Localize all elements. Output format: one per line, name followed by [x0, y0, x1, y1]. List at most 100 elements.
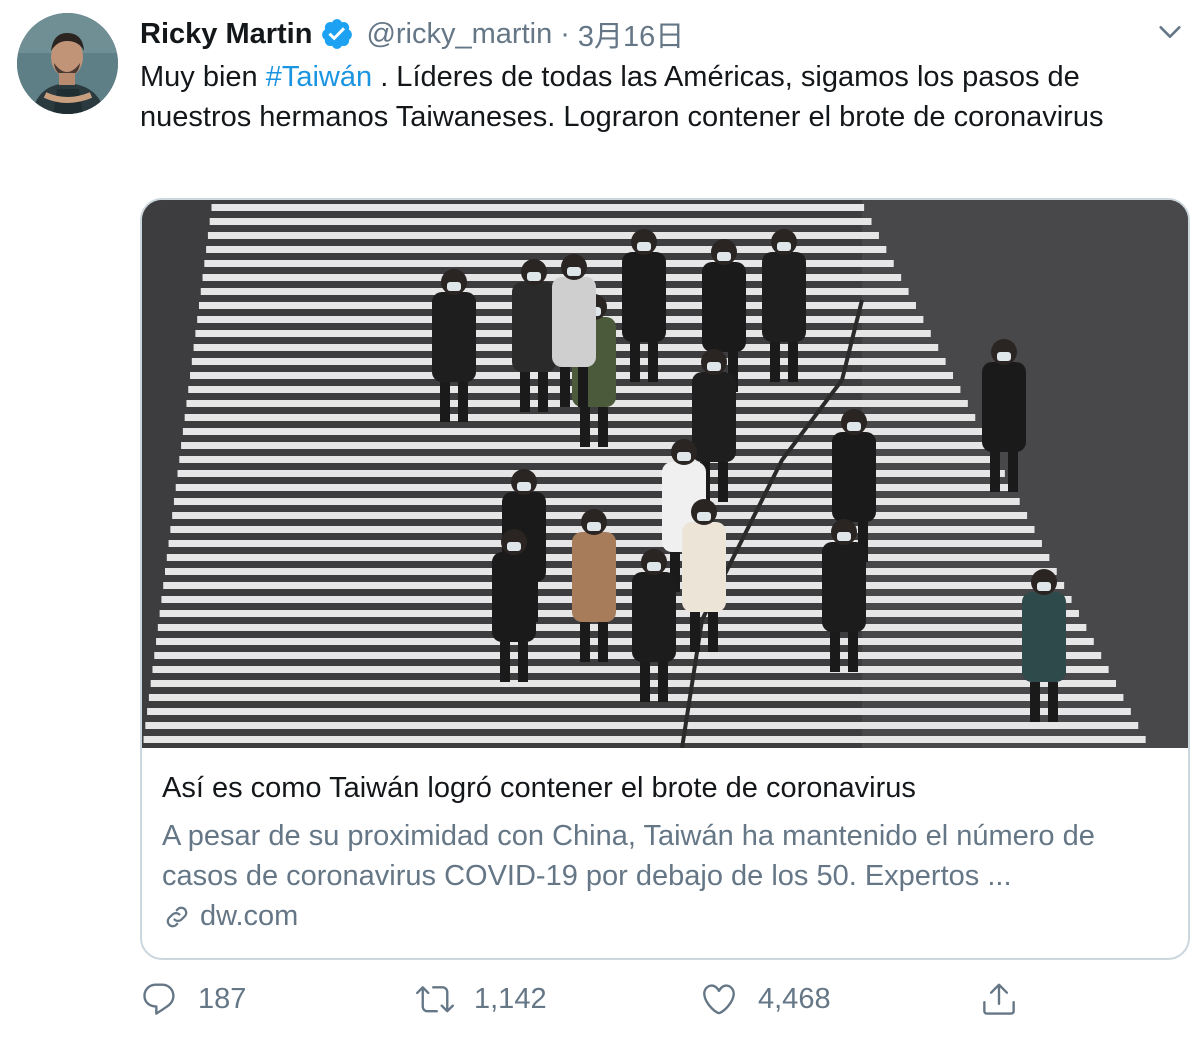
pedestrian-leg — [580, 407, 590, 447]
crosswalk-stripe — [209, 218, 872, 225]
link-icon — [166, 906, 188, 927]
crosswalk-stripe — [148, 694, 1124, 701]
face-mask — [1037, 582, 1051, 591]
tweet-text: Muy bien #Taiwán . Líderes de todas las … — [140, 58, 1180, 137]
pedestrian-leg — [788, 342, 798, 382]
pedestrian-leg — [640, 662, 650, 702]
crosswalk-stripe — [177, 470, 1005, 477]
pedestrian-leg — [630, 342, 640, 382]
pedestrian-leg — [1048, 682, 1058, 722]
pedestrian-leg — [578, 367, 588, 407]
card-domain-text: dw.com — [200, 900, 299, 932]
action-bar: 187 1,142 4,468 — [140, 980, 1190, 1024]
pedestrian-body — [682, 522, 726, 612]
pedestrian-body — [692, 372, 736, 462]
pedestrian-leg — [648, 342, 658, 382]
crosswalk-stripe — [211, 204, 865, 211]
retweet-count: 1,142 — [474, 982, 547, 1015]
pedestrian-leg — [830, 632, 840, 672]
avatar-image — [17, 13, 118, 114]
pedestrian-leg — [990, 452, 1000, 492]
pedestrian-leg — [848, 632, 858, 672]
face-mask — [527, 272, 541, 281]
pedestrian-leg — [458, 382, 468, 422]
pedestrian-leg — [440, 382, 450, 422]
like-button[interactable]: 4,468 — [700, 980, 831, 1018]
link-card[interactable]: Así es como Taiwán logró contener el bro… — [140, 198, 1190, 960]
hashtag-link[interactable]: #Taiwán — [266, 61, 372, 93]
card-image — [142, 200, 1188, 748]
pedestrian-leg — [598, 622, 608, 662]
pedestrian-body — [632, 572, 676, 662]
pedestrian-leg — [1030, 682, 1040, 722]
tweet-header: Ricky Martin @ricky_martin · 3月16日 — [140, 14, 684, 54]
crosswalk-stripe — [157, 624, 1087, 631]
crosswalk-stripe — [154, 652, 1102, 659]
retweet-button[interactable]: 1,142 — [416, 980, 547, 1018]
face-mask — [587, 522, 601, 531]
avatar[interactable] — [17, 13, 118, 114]
pedestrian-body — [762, 252, 806, 342]
crosswalk-stripe — [173, 498, 1020, 505]
pedestrian-body — [982, 362, 1026, 452]
face-mask — [637, 242, 651, 251]
reply-button[interactable]: 187 — [140, 980, 246, 1018]
crosswalk-stripe — [150, 680, 1117, 687]
pedestrian-leg — [538, 372, 548, 412]
pedestrian-leg — [500, 642, 510, 682]
pedestrian-leg — [708, 612, 718, 652]
face-mask — [507, 542, 521, 551]
pedestrian-body — [702, 262, 746, 352]
crosswalk-stripe — [175, 484, 1013, 491]
crosswalk-stripe — [145, 722, 1139, 729]
separator-dot: · — [560, 17, 570, 50]
retweet-icon — [416, 986, 454, 1013]
crosswalk-photo — [142, 200, 1188, 748]
crosswalk-stripe — [152, 666, 1109, 673]
pedestrian-leg — [770, 342, 780, 382]
face-mask — [997, 352, 1011, 361]
crosswalk-stripe — [159, 610, 1079, 617]
face-mask — [697, 512, 711, 521]
face-mask — [677, 452, 691, 461]
pedestrian-body — [552, 277, 596, 367]
like-count: 4,468 — [758, 982, 831, 1015]
pedestrian-body — [1022, 592, 1066, 682]
tweet-date[interactable]: 3月16日 — [578, 13, 684, 55]
share-icon — [983, 983, 1015, 1015]
pedestrian-leg — [718, 462, 728, 502]
chevron-down-icon[interactable] — [1156, 18, 1184, 46]
face-mask — [517, 482, 531, 491]
pedestrian-leg — [520, 372, 530, 412]
pedestrian-leg — [658, 662, 668, 702]
verified-badge-icon — [320, 17, 354, 51]
share-button[interactable] — [980, 980, 1018, 1018]
pedestrian-body — [492, 552, 536, 642]
pedestrian-leg — [598, 407, 608, 447]
pedestrian-leg — [690, 612, 700, 652]
pedestrian-body — [572, 532, 616, 622]
pedestrian-leg — [560, 367, 570, 407]
pedestrian-leg — [518, 642, 528, 682]
like-icon — [703, 984, 735, 1015]
pedestrian-body — [432, 292, 476, 382]
card-description: A pesar de su proximidad con China, Taiw… — [162, 820, 1095, 892]
pedestrian-leg — [580, 622, 590, 662]
crosswalk-stripe — [156, 638, 1094, 645]
crosswalk-stripe — [161, 596, 1072, 603]
author-name[interactable]: Ricky Martin — [140, 18, 312, 51]
face-mask — [567, 267, 581, 276]
pedestrian-body — [512, 282, 556, 372]
face-mask — [847, 422, 861, 431]
crosswalk-stripe — [147, 708, 1131, 715]
pedestrian-leg — [1008, 452, 1018, 492]
tweet-text-start: Muy bien — [140, 61, 266, 93]
face-mask — [447, 282, 461, 291]
face-mask — [647, 562, 661, 571]
author-handle[interactable]: @ricky_martin — [366, 18, 552, 51]
face-mask — [717, 252, 731, 261]
crosswalk-stripe — [190, 372, 954, 379]
crosswalk-stripe — [143, 736, 1146, 743]
reply-icon — [143, 983, 175, 1015]
pedestrian-body — [832, 432, 876, 522]
